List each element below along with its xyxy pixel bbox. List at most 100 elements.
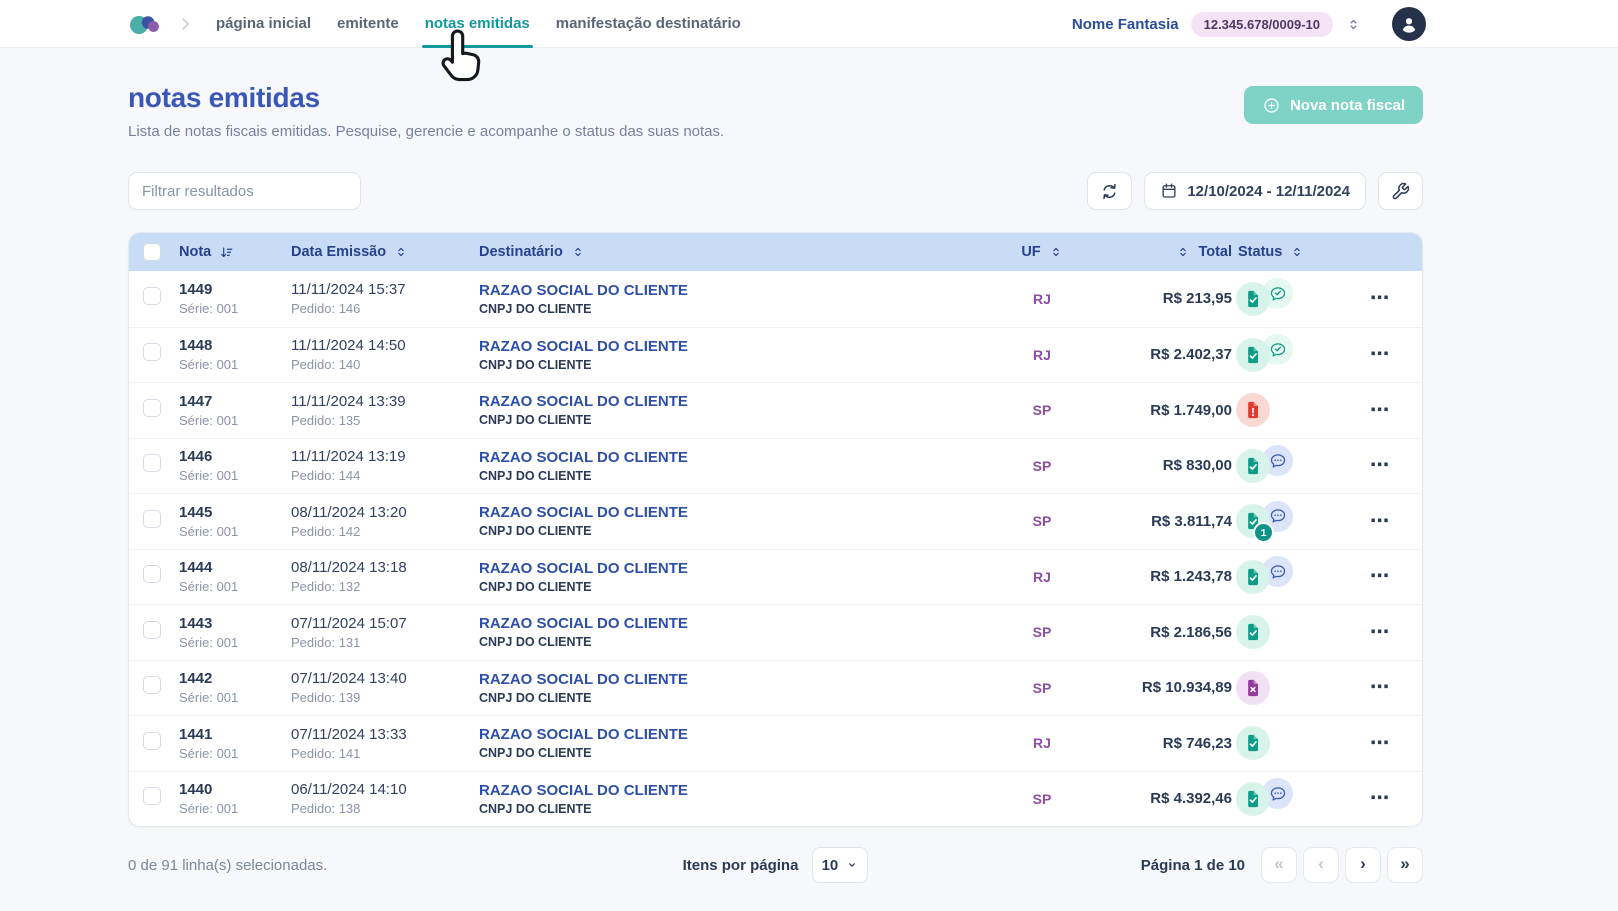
destinatario-link[interactable]: RAZAO SOCIAL DO CLIENTE (479, 504, 1002, 521)
refresh-button[interactable] (1087, 172, 1132, 210)
status-icons (1232, 449, 1352, 483)
destinatario-link[interactable]: RAZAO SOCIAL DO CLIENTE (479, 393, 1002, 410)
row-menu-button[interactable]: ⋯ (1370, 622, 1390, 643)
new-invoice-button[interactable]: Nova nota fiscal (1244, 86, 1423, 124)
nav-item-notas-emitidas[interactable]: notas emitidas (425, 0, 530, 48)
destinatario-link[interactable]: RAZAO SOCIAL DO CLIENTE (479, 671, 1002, 688)
select-all-checkbox[interactable] (143, 243, 161, 261)
date-range-button[interactable]: 12/10/2024 - 12/11/2024 (1144, 172, 1366, 210)
destinatario-link[interactable]: RAZAO SOCIAL DO CLIENTE (479, 338, 1002, 355)
sort-icon[interactable] (571, 245, 585, 259)
filter-input[interactable] (128, 172, 361, 210)
status-icons: 1 (1232, 504, 1352, 538)
row-menu-button[interactable]: ⋯ (1370, 733, 1390, 754)
company-cnpj-badge: 12.345.678/0009-10 (1191, 12, 1333, 37)
status-icons (1232, 782, 1352, 816)
user-avatar[interactable] (1392, 7, 1426, 41)
nota-number: 1441 (179, 726, 291, 743)
row-menu-button[interactable]: ⋯ (1370, 788, 1390, 809)
nota-number: 1442 (179, 670, 291, 687)
row-menu-button[interactable]: ⋯ (1370, 455, 1390, 476)
table-row: 1444 Série: 001 08/11/2024 13:18 Pedido:… (129, 549, 1422, 605)
row-menu-button[interactable]: ⋯ (1370, 677, 1390, 698)
nav-item-pagina-inicial[interactable]: página inicial (216, 0, 311, 48)
destinatario-cnpj: CNPJ DO CLIENTE (479, 691, 1002, 705)
items-per-page-value: 10 (822, 857, 839, 874)
emission-date: 11/11/2024 13:19 (291, 448, 479, 465)
row-checkbox[interactable] (143, 565, 161, 583)
caret-down-icon (845, 858, 859, 872)
row-menu-button[interactable]: ⋯ (1370, 511, 1390, 532)
destinatario-link[interactable]: RAZAO SOCIAL DO CLIENTE (479, 449, 1002, 466)
row-checkbox[interactable] (143, 287, 161, 305)
row-menu-button[interactable]: ⋯ (1370, 566, 1390, 587)
destinatario-link[interactable]: RAZAO SOCIAL DO CLIENTE (479, 615, 1002, 632)
total-value: R$ 4.392,46 (1082, 790, 1232, 807)
nota-number: 1446 (179, 448, 291, 465)
app-logo[interactable] (128, 11, 162, 37)
total-value: R$ 2.402,37 (1082, 346, 1232, 363)
new-invoice-button-label: Nova nota fiscal (1290, 97, 1405, 114)
prev-page-button[interactable]: ‹ (1303, 847, 1339, 883)
sort-icon[interactable] (1176, 245, 1190, 259)
nav-item-manifestacao-destinatario[interactable]: manifestação destinatário (556, 0, 741, 48)
row-menu-button[interactable]: ⋯ (1370, 400, 1390, 421)
status-doc-ok-icon (1236, 282, 1270, 316)
table-settings-button[interactable] (1378, 172, 1423, 210)
date-range-value: 12/10/2024 - 12/11/2024 (1187, 183, 1350, 200)
breadcrumb-chevron-icon (176, 15, 194, 33)
emission-date: 08/11/2024 13:20 (291, 504, 479, 521)
company-name[interactable]: Nome Fantasia (1072, 16, 1179, 33)
nota-serie: Série: 001 (179, 801, 291, 816)
row-checkbox[interactable] (143, 787, 161, 805)
row-menu-button[interactable]: ⋯ (1370, 288, 1390, 309)
items-per-page-select[interactable]: 10 (812, 847, 868, 883)
nota-serie: Série: 001 (179, 357, 291, 372)
uf-value: RJ (1002, 291, 1082, 307)
destinatario-link[interactable]: RAZAO SOCIAL DO CLIENTE (479, 282, 1002, 299)
next-page-button[interactable]: › (1345, 847, 1381, 883)
table-row: 1443 Série: 001 07/11/2024 15:07 Pedido:… (129, 604, 1422, 660)
invoices-table: Nota Data Emissão Destinatário UF Total … (128, 232, 1423, 827)
uf-value: SP (1002, 624, 1082, 640)
nota-number: 1445 (179, 504, 291, 521)
selection-count: 0 de 91 linha(s) selecionadas. (128, 857, 683, 874)
destinatario-link[interactable]: RAZAO SOCIAL DO CLIENTE (479, 726, 1002, 743)
status-count-badge: 1 (1255, 524, 1272, 541)
sort-desc-icon[interactable] (219, 245, 234, 260)
destinatario-link[interactable]: RAZAO SOCIAL DO CLIENTE (479, 560, 1002, 577)
page-subtitle: Lista de notas fiscais emitidas. Pesquis… (128, 123, 724, 140)
row-menu-button[interactable]: ⋯ (1370, 344, 1390, 365)
sort-icon[interactable] (1290, 245, 1304, 259)
row-checkbox[interactable] (143, 732, 161, 750)
destinatario-link[interactable]: RAZAO SOCIAL DO CLIENTE (479, 782, 1002, 799)
last-page-button[interactable]: » (1387, 847, 1423, 883)
destinatario-cnpj: CNPJ DO CLIENTE (479, 635, 1002, 649)
nota-number: 1443 (179, 615, 291, 632)
row-checkbox[interactable] (143, 676, 161, 694)
order-number: Pedido: 142 (291, 524, 479, 539)
sort-icon[interactable] (1049, 245, 1063, 259)
nota-serie: Série: 001 (179, 746, 291, 761)
row-checkbox[interactable] (143, 343, 161, 361)
nota-serie: Série: 001 (179, 413, 291, 428)
row-checkbox[interactable] (143, 510, 161, 528)
row-checkbox[interactable] (143, 621, 161, 639)
order-number: Pedido: 140 (291, 357, 479, 372)
first-page-button[interactable]: « (1261, 847, 1297, 883)
total-value: R$ 746,23 (1082, 735, 1232, 752)
total-value: R$ 2.186,56 (1082, 624, 1232, 641)
row-checkbox[interactable] (143, 399, 161, 417)
emission-date: 07/11/2024 13:33 (291, 726, 479, 743)
total-value: R$ 3.811,74 (1082, 513, 1232, 530)
status-icons (1232, 338, 1352, 372)
company-switcher-icon[interactable] (1345, 16, 1362, 33)
status-doc-cancel-icon (1236, 671, 1270, 705)
tools-icon (1391, 182, 1410, 201)
row-checkbox[interactable] (143, 454, 161, 472)
destinatario-cnpj: CNPJ DO CLIENTE (479, 802, 1002, 816)
order-number: Pedido: 141 (291, 746, 479, 761)
status-icons (1232, 560, 1352, 594)
sort-icon[interactable] (394, 245, 408, 259)
nav-item-emitente[interactable]: emitente (337, 0, 399, 48)
